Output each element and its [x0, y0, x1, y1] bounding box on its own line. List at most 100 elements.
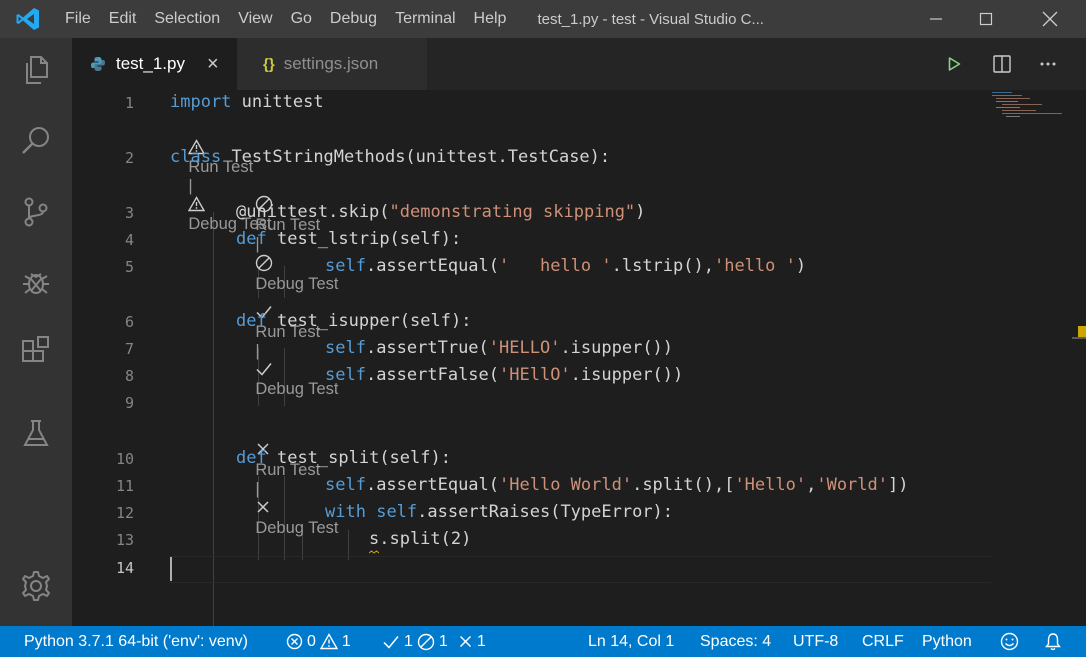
split-editor-icon [993, 55, 1011, 73]
tab-close-icon[interactable]: × [207, 53, 219, 76]
failed-x-icon [459, 635, 471, 648]
more-actions-button[interactable] [1028, 38, 1068, 90]
menu-debug[interactable]: Debug [321, 0, 386, 38]
method-call: .assertTrue( [365, 338, 489, 358]
problems-indicator[interactable]: 0 1 [286, 626, 351, 657]
tab-label: test_1.py [116, 54, 185, 73]
warning-count: 1 [341, 633, 351, 650]
line-number: 3 [124, 204, 134, 222]
minimize-icon [930, 18, 942, 20]
extensions-button[interactable] [18, 334, 54, 370]
passed-check-icon [383, 635, 399, 649]
search-button[interactable] [18, 122, 54, 158]
language-mode[interactable]: Python [922, 626, 972, 657]
code-line-7[interactable]: self.assertTrue('HELLO'.isupper()) [325, 338, 673, 358]
skipped-icon [256, 254, 273, 272]
maximize-icon [979, 12, 993, 26]
file-encoding[interactable]: UTF-8 [793, 626, 838, 657]
debug-button[interactable] [18, 264, 54, 300]
minimap[interactable] [990, 90, 1072, 120]
failed-x-icon [257, 501, 269, 513]
menu-file[interactable]: File [56, 0, 100, 38]
paren: ) [635, 202, 646, 222]
code-line-6[interactable]: def test_isupper(self): [236, 311, 471, 331]
debug-icon [23, 273, 49, 294]
code-line-5[interactable]: self.assertEqual(' hello '.lstrip(),'hel… [325, 256, 806, 276]
close-icon [1042, 11, 1058, 27]
menu-help[interactable]: Help [465, 0, 516, 38]
line-number: 5 [124, 258, 134, 276]
vscode-logo-icon [0, 0, 56, 38]
code-line-1[interactable]: import unittest [170, 92, 324, 112]
code-line-12[interactable]: with self.assertRaises(TypeError): [325, 502, 673, 522]
close-window-button[interactable] [1020, 0, 1080, 38]
code-editor[interactable]: 1 import unittest Run Test | Debug Test … [72, 90, 1086, 626]
run-python-file-button[interactable] [934, 38, 974, 90]
method-call: .assertFalse( [365, 365, 500, 385]
menu-edit[interactable]: Edit [100, 0, 146, 38]
tab-test-1-py[interactable]: test_1.py × [72, 38, 237, 90]
method-call: .isupper()) [570, 365, 684, 385]
warning-squiggle-icon [369, 550, 379, 554]
tab-settings-json[interactable]: {} settings.json [237, 38, 427, 90]
maximize-button[interactable] [956, 0, 1016, 38]
code-line-11[interactable]: self.assertEqual('Hello World'.split(),[… [325, 475, 908, 495]
line-number: 9 [124, 394, 134, 412]
line-number: 4 [124, 231, 134, 249]
test-results-indicator[interactable]: 1 1 1 [382, 626, 486, 657]
keyword: def [236, 229, 267, 249]
line-number: 10 [115, 450, 134, 468]
vertical-scrollbar[interactable] [1072, 90, 1086, 626]
method-call: .assertEqual( [365, 475, 500, 495]
code-line-2[interactable]: class TestStringMethods(unittest.TestCas… [170, 147, 610, 167]
indentation[interactable]: Spaces: 4 [700, 626, 771, 657]
smiley-icon [1000, 632, 1019, 651]
run-play-icon [948, 57, 961, 71]
codelens-isupper: Run Test | Debug Test [237, 285, 339, 418]
codelens-separator: | [255, 342, 260, 360]
line-number: 12 [115, 504, 134, 522]
string-literal: 'hello ' [713, 256, 796, 276]
tab-label: settings.json [283, 54, 379, 73]
code-line-4[interactable]: def test_lstrip(self): [236, 229, 461, 249]
string-literal: 'World' [816, 475, 888, 495]
menu-selection[interactable]: Selection [145, 0, 229, 38]
decorator: @unittest.skip( [236, 202, 390, 222]
split-editor-button[interactable] [982, 38, 1022, 90]
keyword: import [170, 92, 232, 112]
method-call: .assertRaises(TypeError): [417, 502, 674, 522]
line-number-current: 14 [115, 559, 134, 577]
source-control-icon [24, 197, 48, 227]
tests-skipped-count: 1 [438, 633, 448, 650]
manage-button[interactable] [18, 568, 54, 604]
function-definition: test_isupper(self): [276, 311, 472, 331]
cursor-marker [1072, 337, 1086, 339]
passed-check-icon [256, 363, 272, 376]
statement: s.split(2) [369, 529, 472, 549]
tests-failed-count: 1 [476, 633, 486, 650]
menu-terminal[interactable]: Terminal [386, 0, 464, 38]
string-literal: 'HELLO' [488, 338, 561, 358]
menu-go[interactable]: Go [282, 0, 321, 38]
feedback-button[interactable] [1000, 626, 1019, 657]
code-line-3[interactable]: @unittest.skip("demonstrating skipping") [236, 202, 645, 222]
self-keyword: self [376, 502, 418, 522]
self-keyword: self [325, 475, 366, 495]
test-button[interactable] [18, 416, 54, 452]
extensions-icon [22, 336, 49, 362]
line-number: 11 [115, 477, 134, 495]
code-line-10[interactable]: def test_split(self): [236, 448, 451, 468]
string-literal: "demonstrating skipping" [389, 202, 636, 222]
code-line-8[interactable]: self.assertFalse('HEllO'.isupper()) [325, 365, 683, 385]
end-of-line[interactable]: CRLF [862, 626, 904, 657]
notifications-button[interactable] [1044, 626, 1062, 657]
tests-passed-count: 1 [404, 633, 413, 650]
search-icon [22, 127, 49, 154]
code-line-13[interactable]: s.split(2) [369, 529, 471, 549]
python-interpreter[interactable]: Python 3.7.1 64-bit ('env': venv) [24, 626, 248, 657]
explorer-button[interactable] [18, 52, 54, 88]
cursor-position[interactable]: Ln 14, Col 1 [588, 626, 674, 657]
menu-view[interactable]: View [229, 0, 281, 38]
method-call: .assertEqual( [365, 256, 500, 276]
source-control-button[interactable] [18, 194, 54, 230]
